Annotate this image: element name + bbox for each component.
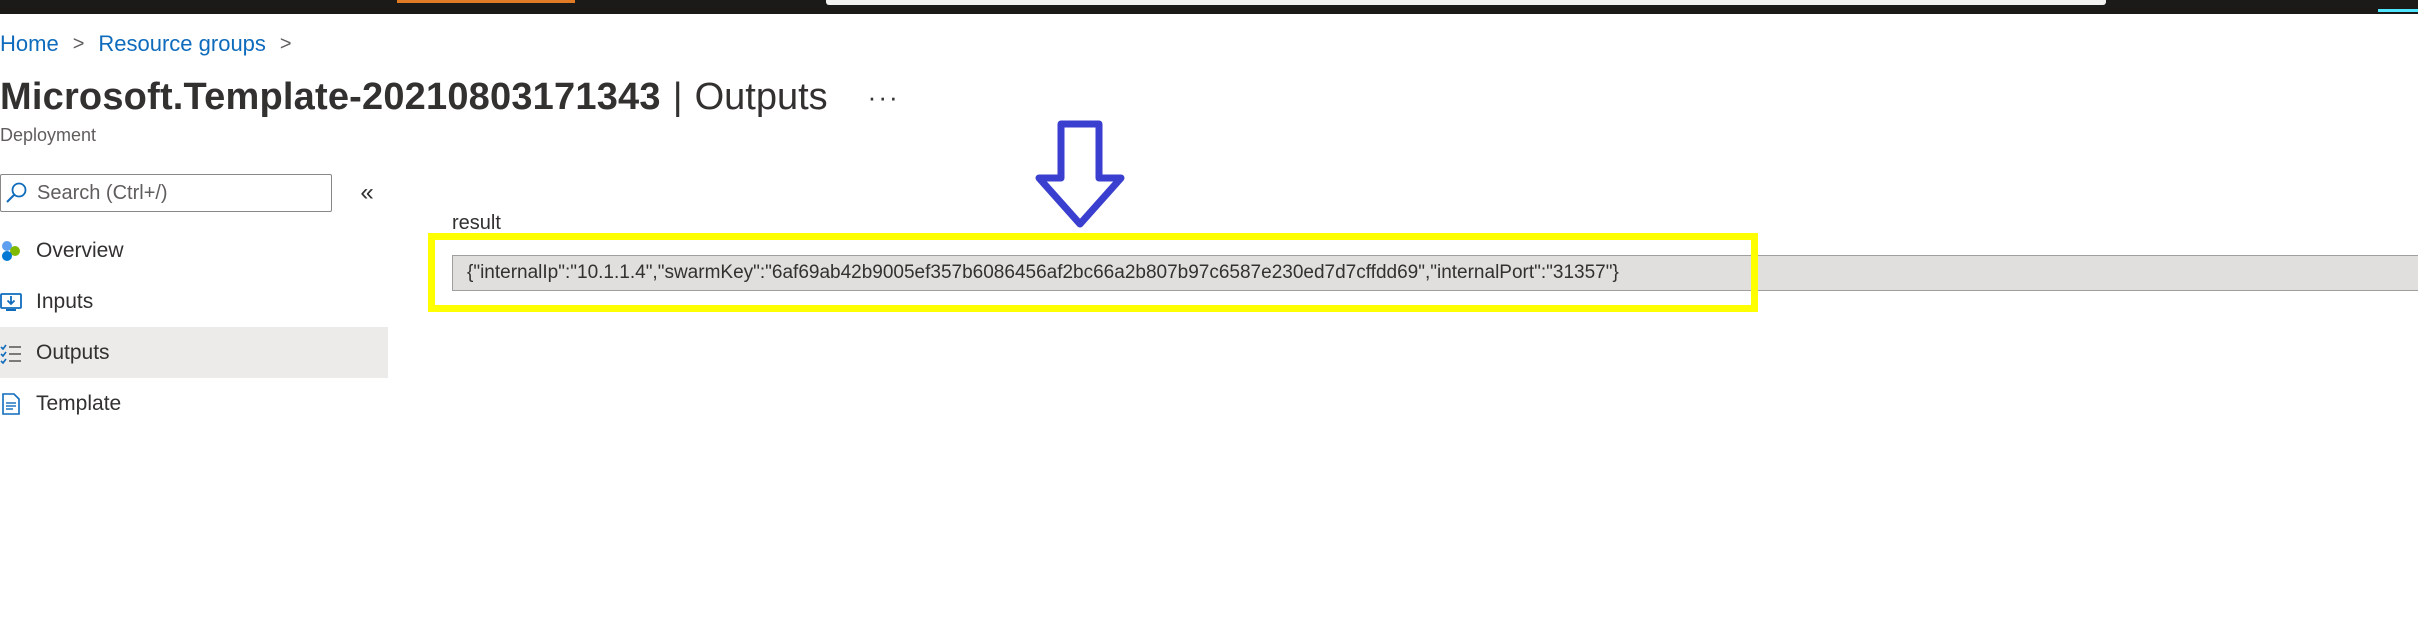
search-icon — [6, 182, 27, 203]
breadcrumb-resource-groups[interactable]: Resource groups — [98, 31, 266, 57]
result-output-field[interactable]: {"internalIp":"10.1.1.4","swarmKey":"6af… — [452, 255, 2418, 291]
sidebar-nav: Overview Inputs Outputs Template — [0, 225, 388, 429]
breadcrumb-separator-chevron-icon: > — [72, 32, 85, 55]
breadcrumb-home[interactable]: Home — [0, 31, 59, 57]
more-options-button[interactable]: ··· — [868, 84, 900, 110]
down-arrow-icon — [1035, 120, 1125, 228]
collapse-sidebar-button[interactable]: « — [352, 178, 382, 208]
top-bar-accent — [397, 0, 575, 3]
global-search-bar[interactable] — [826, 0, 2106, 5]
resource-type-label: Deployment — [0, 125, 97, 145]
breadcrumb: Home > Resource groups > — [0, 30, 306, 58]
page-header: Microsoft.Template-20210803171343 | Outp… — [0, 72, 900, 122]
outputs-icon — [0, 342, 22, 364]
sidebar-item-inputs[interactable]: Inputs — [0, 276, 388, 327]
sidebar-item-label: Template — [36, 391, 122, 415]
overview-icon — [0, 240, 22, 262]
sidebar-item-label: Overview — [36, 238, 124, 262]
top-bar-indicator — [2378, 9, 2418, 12]
title-separator: | — [672, 75, 683, 118]
result-label: result — [452, 212, 501, 234]
sidebar-item-template[interactable]: Template — [0, 378, 388, 429]
sidebar-item-label: Inputs — [36, 289, 94, 313]
sidebar-item-overview[interactable]: Overview — [0, 225, 388, 276]
page-subtitle: Outputs — [694, 75, 828, 118]
page-title: Microsoft.Template-20210803171343 — [0, 75, 661, 118]
sidebar-search[interactable] — [0, 174, 332, 212]
template-icon — [0, 392, 22, 415]
breadcrumb-separator-chevron-icon: > — [279, 32, 292, 55]
inputs-icon — [0, 291, 22, 313]
search-input[interactable] — [37, 181, 317, 205]
sidebar-item-outputs[interactable]: Outputs — [0, 327, 388, 378]
sidebar-item-label: Outputs — [36, 340, 110, 364]
top-bar — [0, 0, 2418, 14]
